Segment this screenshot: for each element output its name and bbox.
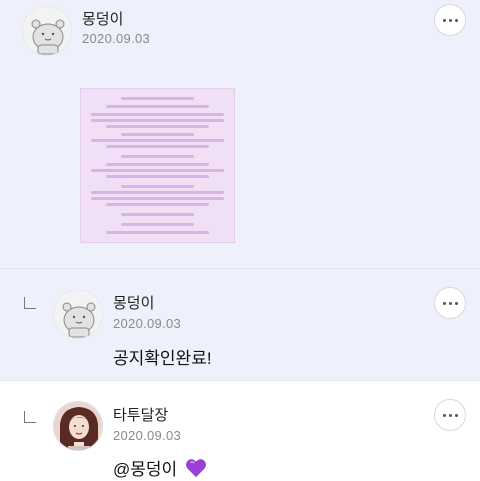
comment-username[interactable]: 타투달장 bbox=[113, 404, 168, 425]
comment-date: 2020.09.03 bbox=[113, 428, 182, 443]
avatar[interactable] bbox=[53, 289, 103, 339]
dot-icon bbox=[454, 301, 458, 305]
comment-reply-2: 타투달장 2020.09.03 @몽덩이 bbox=[0, 380, 480, 481]
comment-text: 공지확인완료! bbox=[113, 349, 212, 368]
more-options-button[interactable] bbox=[434, 287, 466, 319]
dot-icon bbox=[448, 301, 452, 305]
dot-icon bbox=[454, 413, 458, 417]
more-options-button[interactable] bbox=[434, 4, 466, 36]
comment-date: 2020.09.03 bbox=[113, 316, 182, 331]
bear-avatar-icon bbox=[23, 7, 71, 55]
reply-arrow-icon bbox=[24, 411, 36, 423]
purple-heart-icon bbox=[185, 458, 207, 481]
dot-icon bbox=[448, 18, 452, 22]
dot-icon bbox=[442, 18, 446, 22]
dot-icon bbox=[442, 301, 446, 305]
bear-avatar-icon bbox=[54, 290, 102, 338]
comment-username[interactable]: 몽덩이 bbox=[82, 8, 123, 29]
comment-reply-1: 몽덩이 2020.09.03 공지확인완료! bbox=[0, 268, 480, 380]
comment-date: 2020.09.03 bbox=[82, 31, 151, 46]
comment-item-1: 몽덩이 2020.09.03 bbox=[0, 0, 480, 268]
dot-icon bbox=[454, 18, 458, 22]
dot-icon bbox=[442, 413, 446, 417]
dot-icon bbox=[448, 413, 452, 417]
avatar[interactable] bbox=[53, 401, 103, 451]
more-options-button[interactable] bbox=[434, 399, 466, 431]
comment-text-row: @몽덩이 bbox=[113, 455, 207, 481]
mention-link[interactable]: @몽덩이 bbox=[113, 460, 177, 479]
notice-image[interactable] bbox=[80, 88, 235, 243]
profile-photo-icon bbox=[54, 402, 102, 450]
comment-username[interactable]: 몽덩이 bbox=[113, 292, 154, 313]
reply-arrow-icon bbox=[24, 297, 36, 309]
avatar[interactable] bbox=[22, 6, 72, 56]
